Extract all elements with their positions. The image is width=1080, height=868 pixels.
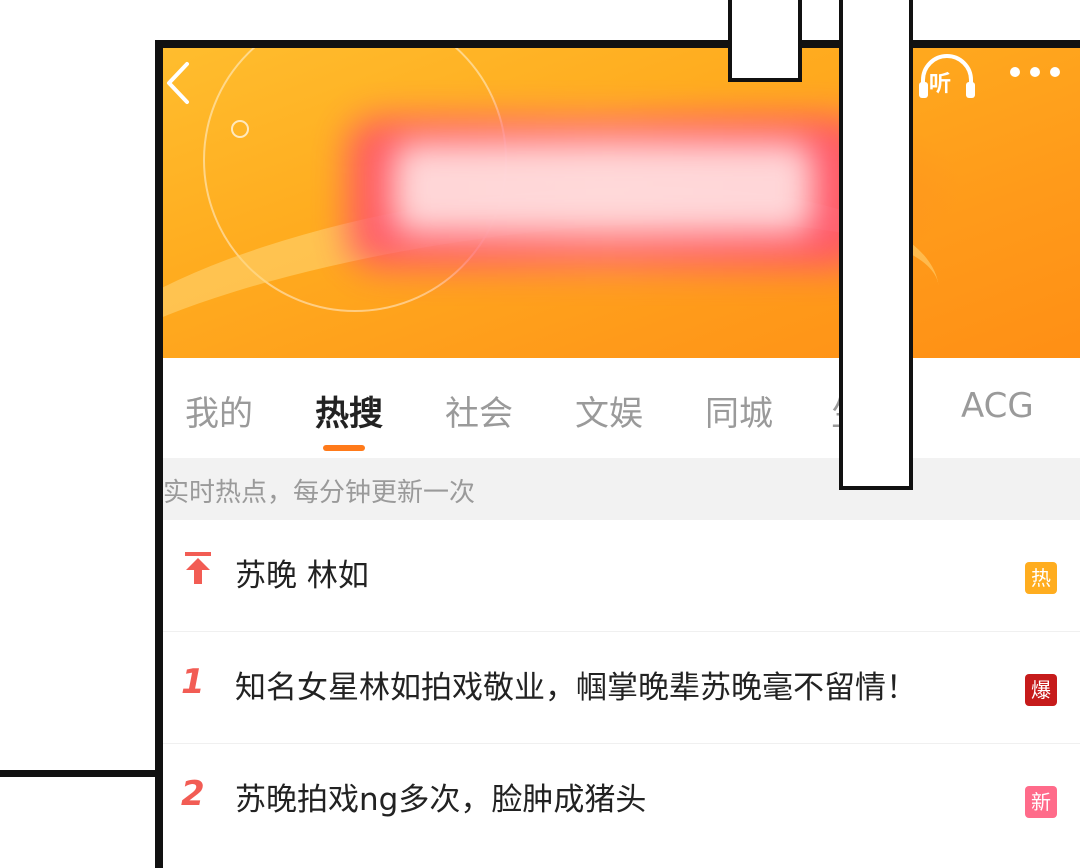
list-item[interactable]: 2 苏晚拍戏ng多次，脸肿成猪头 新 xyxy=(163,744,1080,856)
hot-badge: 热 xyxy=(1025,562,1057,594)
pin-top-icon xyxy=(181,550,215,595)
realtime-notice-text: 实时热点，每分钟更新一次 xyxy=(163,478,476,508)
tab-mine[interactable]: 我的 xyxy=(185,386,253,435)
list-item[interactable]: 1 知名女星林如拍戏敬业，帼掌晚辈苏晚毫不留情！ 爆 xyxy=(163,632,1080,744)
phone-screen-frame: 听 我的 热搜 社会 文娱 同城 生 ACG 实时热点，每分钟更新一次 苏晚 xyxy=(155,40,1080,868)
more-dots-icon[interactable] xyxy=(1005,58,1069,98)
active-tab-indicator xyxy=(323,445,365,451)
banner-decoration-dot xyxy=(231,120,249,138)
tab-hot-search[interactable]: 热搜 xyxy=(315,386,383,435)
explosive-badge: 爆 xyxy=(1025,674,1057,706)
list-item-text: 苏晚 林如 xyxy=(235,558,369,594)
new-badge: 新 xyxy=(1025,786,1057,818)
list-item-rank: 1 xyxy=(181,662,205,702)
list-item-text: 苏晚拍戏ng多次，脸肿成猪头 xyxy=(235,782,647,818)
listen-label: 听 xyxy=(929,72,952,97)
blurred-banner-logo-text xyxy=(393,143,813,233)
list-item[interactable]: 苏晚 林如 热 xyxy=(163,520,1080,632)
hot-search-banner: 听 xyxy=(163,48,1080,358)
tab-local[interactable]: 同城 xyxy=(705,386,773,435)
tab-acg[interactable]: ACG xyxy=(961,386,1034,426)
headphones-listen-button[interactable]: 听 xyxy=(915,52,979,104)
comic-panel-border xyxy=(0,770,160,777)
list-item-text: 知名女星林如拍戏敬业，帼掌晚辈苏晚毫不留情！ xyxy=(235,670,917,706)
realtime-notice-bar: 实时热点，每分钟更新一次 xyxy=(163,458,1080,520)
tab-entertainment[interactable]: 文娱 xyxy=(575,386,643,435)
chevron-left-icon[interactable] xyxy=(163,58,193,108)
category-tabs: 我的 热搜 社会 文娱 同城 生 ACG xyxy=(163,358,1080,458)
list-item-rank: 2 xyxy=(181,774,205,814)
comic-panel-strip xyxy=(728,0,802,82)
comic-panel-strip xyxy=(839,0,913,490)
tab-society[interactable]: 社会 xyxy=(445,386,513,435)
